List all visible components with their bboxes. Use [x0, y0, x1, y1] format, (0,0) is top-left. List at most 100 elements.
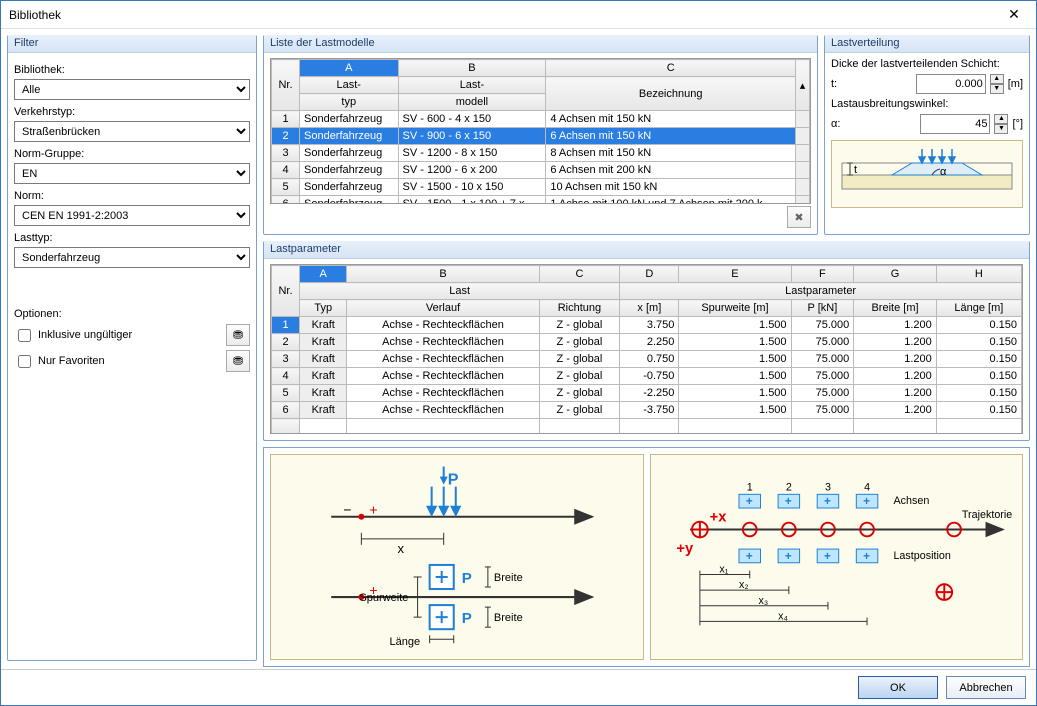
spin-down-icon[interactable]: ▼: [990, 84, 1004, 94]
filter-icon-button-2[interactable]: ⛃: [226, 350, 250, 372]
spin-up-icon[interactable]: ▲: [990, 74, 1004, 84]
svg-text:x: x: [398, 541, 405, 556]
delete-icon: ✖: [794, 211, 803, 224]
svg-text:+: +: [784, 550, 791, 563]
delete-button[interactable]: ✖: [787, 206, 811, 228]
optionen-label: Optionen:: [14, 308, 250, 320]
svg-text:Breite: Breite: [494, 572, 523, 584]
winkel-label: Lastausbreitungswinkel:: [831, 98, 1023, 110]
table-row[interactable]: 5SonderfahrzeugSV - 1500 - 10 x 15010 Ac…: [272, 179, 810, 196]
t-unit: [m]: [1008, 78, 1023, 90]
scroll-up-icon[interactable]: ▴: [796, 60, 810, 111]
diagram-right: ++++ 1 2 3 4 Achsen Trajektorie: [650, 454, 1024, 660]
alpha-unit: [°]: [1012, 118, 1023, 130]
svg-text:2: 2: [785, 481, 791, 493]
alpha-label: α:: [831, 118, 845, 130]
chk-invalid-label[interactable]: Inklusive ungültiger: [14, 326, 132, 345]
svg-text:+y: +y: [676, 541, 694, 557]
ok-button[interactable]: OK: [858, 676, 938, 699]
table-row[interactable]: 2SonderfahrzeugSV - 900 - 6 x 1506 Achse…: [272, 128, 810, 145]
svg-text:x₃: x₃: [758, 595, 768, 607]
col-C[interactable]: C: [546, 60, 796, 77]
col-B[interactable]: B: [398, 60, 546, 77]
svg-text:+: +: [863, 550, 870, 563]
funnel-icon: ⛃: [233, 328, 243, 342]
svg-text:Lastposition: Lastposition: [893, 550, 950, 562]
svg-text:+x: +x: [709, 510, 727, 526]
spin-down-icon[interactable]: ▼: [994, 124, 1008, 134]
lastparam-grid[interactable]: Nr. A B C D E F G H: [270, 264, 1023, 434]
lastvert-title: Lastverteilung: [825, 35, 1029, 53]
svg-text:+: +: [784, 495, 791, 508]
liste-grid[interactable]: Nr. A B C ▴ Last- Last-: [270, 58, 811, 204]
verkehrstyp-select[interactable]: Straßenbrücken: [14, 121, 250, 142]
lastparam-title: Lastparameter: [264, 241, 1029, 259]
norm-label: Norm:: [14, 190, 250, 202]
filter-icon-button-1[interactable]: ⛃: [226, 324, 250, 346]
svg-text:3: 3: [825, 481, 831, 493]
svg-text:+: +: [369, 502, 377, 518]
svg-text:P: P: [462, 570, 472, 587]
liste-title: Liste der Lastmodelle: [264, 35, 817, 53]
lasttyp-label: Lasttyp:: [14, 232, 250, 244]
window-title: Bibliothek: [9, 8, 61, 22]
filter-group: Filter Bibliothek: Alle Verkehrstyp: Str…: [7, 35, 257, 661]
alpha-input[interactable]: [920, 114, 990, 134]
svg-text:x₁: x₁: [719, 564, 728, 576]
close-button[interactable]: ✕: [994, 2, 1034, 28]
svg-text:P: P: [448, 471, 459, 489]
chk-favorites-label[interactable]: Nur Favoriten: [14, 352, 105, 371]
svg-text:−: −: [343, 502, 351, 518]
table-row[interactable]: 4KraftAchse - RechteckflächenZ - global-…: [272, 368, 1022, 385]
table-row[interactable]: 6SonderfahrzeugSV - 1500 - 1 x 100 + 7 x…: [272, 196, 810, 205]
col-A[interactable]: A: [300, 60, 399, 77]
table-row[interactable]: 3KraftAchse - RechteckflächenZ - global0…: [272, 351, 1022, 368]
svg-text:+: +: [745, 550, 752, 563]
t-input[interactable]: [916, 74, 986, 94]
svg-text:Breite: Breite: [494, 612, 523, 624]
svg-text:4: 4: [864, 481, 870, 493]
liste-group: Liste der Lastmodelle Nr. A B C: [263, 35, 818, 235]
t-label: t:: [831, 78, 845, 90]
lastvert-schematic: t α: [831, 140, 1023, 208]
norm-select[interactable]: CEN EN 1991-2:2003: [14, 205, 250, 226]
table-row[interactable]: 4SonderfahrzeugSV - 1200 - 6 x 2006 Achs…: [272, 162, 810, 179]
titlebar: Bibliothek ✕: [1, 1, 1036, 29]
library-dialog: Bibliothek ✕ Filter Bibliothek: Alle Ver…: [0, 0, 1037, 706]
normgruppe-label: Norm-Gruppe:: [14, 148, 250, 160]
svg-text:+: +: [824, 550, 831, 563]
col-nr: Nr.: [272, 60, 300, 111]
svg-text:Achsen: Achsen: [893, 495, 929, 507]
svg-text:+: +: [824, 495, 831, 508]
svg-text:t: t: [854, 164, 857, 176]
bibliothek-select[interactable]: Alle: [14, 79, 250, 100]
lasttyp-select[interactable]: Sonderfahrzeug: [14, 247, 250, 268]
svg-text:Länge: Länge: [389, 636, 420, 648]
diagram-row: − + P: [263, 447, 1030, 667]
lastverteilung-group: Lastverteilung Dicke der lastverteilende…: [824, 35, 1030, 235]
svg-text:+: +: [745, 495, 752, 508]
table-row[interactable]: 5KraftAchse - RechteckflächenZ - global-…: [272, 385, 1022, 402]
table-row[interactable]: 1SonderfahrzeugSV - 600 - 4 x 1504 Achse…: [272, 111, 810, 128]
svg-text:Spurweite: Spurweite: [359, 592, 408, 604]
chk-invalid[interactable]: [18, 329, 31, 342]
chk-favorites[interactable]: [18, 355, 31, 368]
verkehrstyp-label: Verkehrstyp:: [14, 106, 250, 118]
table-row[interactable]: 2KraftAchse - RechteckflächenZ - global2…: [272, 334, 1022, 351]
cancel-button[interactable]: Abbrechen: [946, 676, 1026, 699]
funnel-icon: ⛃: [233, 354, 243, 368]
spin-up-icon[interactable]: ▲: [994, 114, 1008, 124]
normgruppe-select[interactable]: EN: [14, 163, 250, 184]
table-row[interactable]: 6KraftAchse - RechteckflächenZ - global-…: [272, 402, 1022, 419]
svg-text:+: +: [863, 495, 870, 508]
svg-text:1: 1: [746, 481, 752, 493]
svg-text:x₄: x₄: [778, 610, 788, 622]
svg-text:x₂: x₂: [738, 579, 748, 591]
filter-title: Filter: [8, 35, 256, 53]
bibliothek-label: Bibliothek:: [14, 64, 250, 76]
lastparameter-group: Lastparameter Nr. A B C D E: [263, 241, 1030, 441]
table-row[interactable]: 3SonderfahrzeugSV - 1200 - 8 x 1508 Achs…: [272, 145, 810, 162]
table-row[interactable]: 1KraftAchse - RechteckflächenZ - global3…: [272, 317, 1022, 334]
svg-text:P: P: [462, 610, 472, 627]
dicke-label: Dicke der lastverteilenden Schicht:: [831, 58, 1023, 70]
